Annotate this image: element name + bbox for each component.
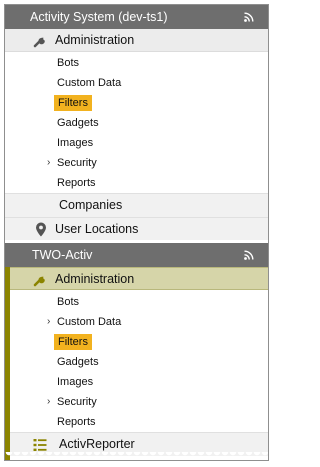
- companies-label: Companies: [59, 198, 123, 212]
- section-header-two-activ[interactable]: TWO-Activ: [5, 243, 268, 267]
- torn-edge: [5, 452, 268, 460]
- wrench-icon: [33, 276, 45, 287]
- admin-item-custom-data[interactable]: › Custom Data: [5, 312, 268, 332]
- list-icon: [33, 439, 47, 451]
- chevron-right-icon[interactable]: ›: [47, 392, 50, 412]
- location-pin-icon: [36, 222, 46, 237]
- admin-item-label: Images: [57, 137, 94, 149]
- admin-item-label: Reports: [57, 177, 96, 189]
- user-locations-item[interactable]: User Locations: [5, 217, 268, 240]
- admin-item-label: Custom Data: [57, 77, 122, 89]
- section-title: Activity System (dev-ts1): [30, 10, 168, 24]
- rss-icon[interactable]: [244, 250, 254, 260]
- chevron-right-icon[interactable]: ›: [47, 153, 50, 173]
- admin-item-label: Bots: [57, 296, 80, 308]
- section-title: TWO-Activ: [32, 248, 93, 262]
- admin-item-label-selected: Filters: [54, 95, 92, 111]
- admin-item-label: Bots: [57, 57, 80, 69]
- section-activity-system: Activity System (dev-ts1) Administration…: [5, 5, 268, 240]
- administration-label: Administration: [55, 33, 135, 47]
- admin-item-label-selected: Filters: [54, 334, 92, 350]
- admin-item-label: Images: [57, 376, 94, 388]
- admin-item-reports[interactable]: Reports: [5, 412, 268, 432]
- admin-item-label: Security: [57, 157, 97, 169]
- chevron-right-icon[interactable]: ›: [47, 312, 50, 332]
- administration-header[interactable]: Administration: [10, 267, 268, 290]
- admin-item-security[interactable]: › Security: [5, 392, 268, 412]
- admin-item-label: Reports: [57, 416, 96, 428]
- wrench-icon: [33, 37, 45, 48]
- admin-item-label: Custom Data: [57, 316, 122, 328]
- admin-item-security[interactable]: › Security: [5, 153, 268, 173]
- admin-item-images[interactable]: Images: [5, 372, 268, 392]
- admin-item-label: Gadgets: [57, 356, 99, 368]
- administration-header[interactable]: Administration: [5, 29, 268, 52]
- admin-item-filters[interactable]: Filters: [5, 93, 268, 113]
- admin-item-custom-data[interactable]: Custom Data: [5, 73, 268, 93]
- administration-label: Administration: [55, 272, 135, 286]
- navigation-panel: Activity System (dev-ts1) Administration…: [4, 4, 269, 461]
- admin-item-gadgets[interactable]: Gadgets: [5, 352, 268, 372]
- admin-item-label: Security: [57, 396, 97, 408]
- admin-item-label: Gadgets: [57, 117, 99, 129]
- companies-item[interactable]: Companies: [5, 193, 268, 217]
- user-locations-label: User Locations: [55, 222, 139, 236]
- admin-item-images[interactable]: Images: [5, 133, 268, 153]
- section-header-activity-system[interactable]: Activity System (dev-ts1): [5, 5, 268, 29]
- admin-item-gadgets[interactable]: Gadgets: [5, 113, 268, 133]
- admin-item-bots[interactable]: Bots: [5, 53, 268, 73]
- activreporter-label: ActivReporter: [59, 437, 135, 451]
- admin-item-bots[interactable]: Bots: [5, 292, 268, 312]
- section-two-activ: TWO-Activ Administration Bots › Custom D…: [5, 243, 268, 460]
- admin-item-reports[interactable]: Reports: [5, 173, 268, 193]
- admin-item-filters[interactable]: Filters: [5, 332, 268, 352]
- rss-icon[interactable]: [244, 12, 254, 22]
